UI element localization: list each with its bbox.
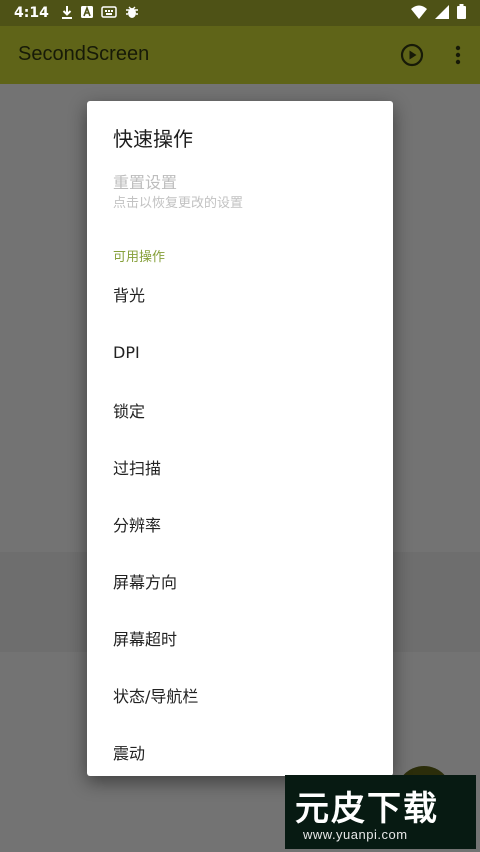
- action-item-overscan[interactable]: 过扫描: [87, 438, 393, 495]
- action-item-dpi[interactable]: DPI: [87, 324, 393, 381]
- app-bar: SecondScreen: [0, 26, 480, 84]
- play-icon[interactable]: [400, 43, 424, 67]
- app-title: SecondScreen: [18, 43, 150, 65]
- system-icons: [411, 4, 466, 23]
- watermark-url: www.yuanpi.com: [303, 827, 408, 842]
- status-time: 4:14: [14, 5, 49, 21]
- action-list: 背光 DPI 锁定 过扫描 分辨率 屏幕方向 屏幕超时 状态/导航栏 震动: [87, 264, 393, 780]
- action-item-lock[interactable]: 锁定: [87, 381, 393, 438]
- available-actions-header: 可用操作: [113, 250, 166, 265]
- more-vert-icon[interactable]: [452, 43, 464, 67]
- quick-actions-dialog: 快速操作 重置设置 点击以恢复更改的设置 可用操作 背光 DPI 锁定 过扫描 …: [87, 101, 393, 776]
- action-item-status-nav-bar[interactable]: 状态/导航栏: [87, 666, 393, 723]
- action-item-screen-timeout[interactable]: 屏幕超时: [87, 609, 393, 666]
- battery-icon: [457, 4, 466, 23]
- notification-icons: [61, 5, 139, 22]
- action-item-resolution[interactable]: 分辨率: [87, 495, 393, 552]
- action-item-backlight[interactable]: 背光: [87, 264, 393, 324]
- a-icon: [80, 5, 93, 21]
- keyboard-icon: [101, 5, 117, 21]
- wifi-icon: [411, 4, 427, 23]
- download-icon: [61, 5, 73, 22]
- signal-icon: [435, 4, 449, 23]
- watermark-text: 元皮下载: [295, 789, 439, 829]
- watermark-logo: 元皮下载 www.yuanpi.com: [285, 775, 476, 849]
- action-item-orientation[interactable]: 屏幕方向: [87, 552, 393, 609]
- dialog-title: 快速操作: [113, 127, 193, 151]
- status-bar: 4:14: [0, 0, 480, 26]
- reset-settings-summary: 点击以恢复更改的设置: [113, 196, 244, 211]
- bug-icon: [125, 5, 139, 22]
- action-item-vibration[interactable]: 震动: [87, 723, 393, 780]
- reset-settings-title: 重置设置: [113, 173, 178, 192]
